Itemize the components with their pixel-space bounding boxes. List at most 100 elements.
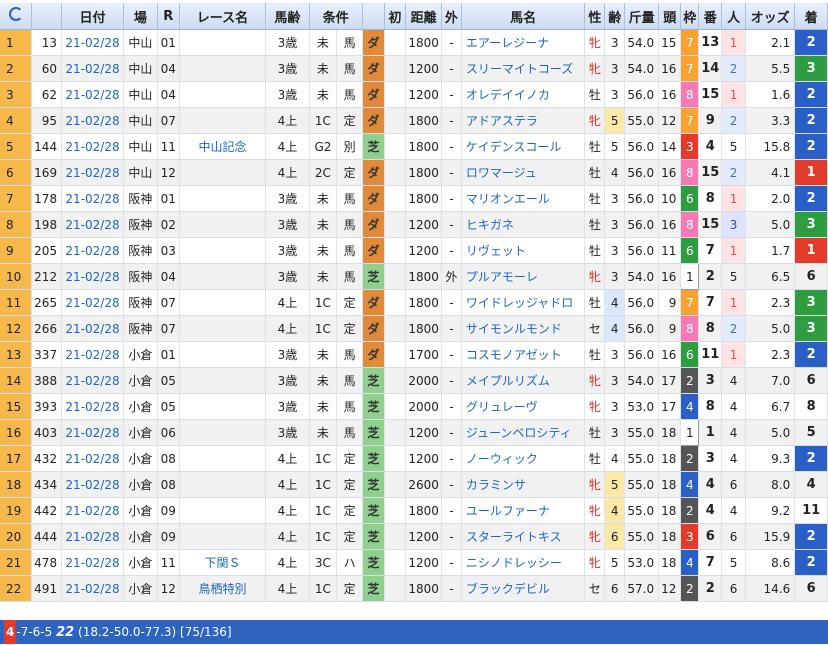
date-cell: 21-02/28: [61, 133, 124, 160]
horse-name-link[interactable]: プルアモーレ: [461, 263, 586, 290]
popularity-cell: 1: [721, 185, 746, 212]
horse-age-cell: 3: [604, 55, 626, 82]
odds-cell: 5.0: [745, 211, 796, 238]
col-header-kin[interactable]: 斤量: [624, 3, 660, 30]
table-row[interactable]: 15 393 21-02/28 小倉 05 3歳未馬芝 2000- グリュレーヴ牝 3 53.0 1…: [0, 393, 828, 420]
first-run-cell: [384, 211, 407, 238]
outer-cell: -: [441, 55, 462, 82]
col-header-id[interactable]: [31, 3, 63, 30]
table-row[interactable]: 6 169 21-02/28 中山 12 4上 2C 定ダ 1800- ロワマージュ牡 4 56.0 1…: [0, 159, 828, 186]
col-header-cond[interactable]: 条件: [309, 3, 363, 30]
horse-name-link[interactable]: ワイドレッジャドロ: [461, 289, 586, 316]
table-row[interactable]: 2 60 21-02/28 中山 04 3歳未馬ダ 1200- スリーマイトコーズ牝 3 54.0…: [0, 55, 828, 82]
horse-name-link[interactable]: メイプルリズム: [461, 367, 586, 394]
row-id: 60: [31, 55, 63, 82]
col-header-place[interactable]: 場: [123, 3, 158, 30]
col-header-date[interactable]: 日付: [61, 3, 124, 30]
table-row[interactable]: 21 478 21-02/28 小倉 11 下関Ｓ 4上 3C ハ芝 1200- ニシノドレッシー牝…: [0, 549, 828, 576]
col-header-r[interactable]: R: [157, 3, 180, 30]
col-header-first[interactable]: 初: [384, 3, 407, 30]
horse-name-link[interactable]: アドアステラ: [461, 107, 586, 134]
horse-name-link[interactable]: ケイデンスコール: [461, 133, 586, 160]
condition-cell: 1C: [309, 523, 338, 550]
refresh-button[interactable]: [0, 3, 33, 30]
sex-cell: セ: [584, 315, 606, 342]
table-row[interactable]: 19 442 21-02/28 小倉 09 4上 1C 定芝 1800- ユールファーナ牝 4 55.…: [0, 497, 828, 524]
table-row[interactable]: 18 434 21-02/28 小倉 08 4上 1C 定芝 2600- カラミンサ牝 5 55.0 1…: [0, 471, 828, 498]
place-cell: 阪神: [123, 211, 158, 238]
col-header-dist[interactable]: 距離: [405, 3, 442, 30]
outer-cell: -: [441, 471, 462, 498]
table-row[interactable]: 5 144 21-02/28 中山 11 中山記念 4上 G2 別芝 1800- ケイデンスコール牡…: [0, 133, 828, 160]
place-cell: 阪神: [123, 237, 158, 264]
horse-age-cell: 5: [604, 107, 626, 134]
horse-name-link[interactable]: ジューンベロシティ: [461, 419, 586, 446]
horse-name-link[interactable]: リヴェット: [461, 237, 586, 264]
horse-name-link[interactable]: ユールファーナ: [461, 497, 586, 524]
table-row[interactable]: 16 403 21-02/28 小倉 06 3歳未馬芝 1200- ジューンベロシティ牡 3 55…: [0, 419, 828, 446]
place-cell: 中山: [123, 107, 158, 134]
table-row[interactable]: 14 388 21-02/28 小倉 05 3歳未馬芝 2000- メイプルリズム牝 3 54.0…: [0, 367, 828, 394]
track-cell: ダ: [362, 81, 385, 108]
horse-name-link[interactable]: スリーマイトコーズ: [461, 55, 586, 82]
horse-name-link[interactable]: スターライトキス: [461, 523, 586, 550]
finish-cell: 2: [794, 29, 828, 56]
table-row[interactable]: 1 13 21-02/28 中山 01 3歳未馬ダ 1800- エアーレジーナ牝 3 54.0 15…: [0, 29, 828, 56]
table-row[interactable]: 8 198 21-02/28 阪神 02 3歳未馬ダ 1200- ヒキガネ牡 3 56.0 16 8 1…: [0, 211, 828, 238]
col-header-ban[interactable]: 番: [698, 3, 723, 30]
table-row[interactable]: 10 212 21-02/28 阪神 04 3歳未馬芝 1800 外プルアモーレ牝 3 54.0 1…: [0, 263, 828, 290]
col-header-age[interactable]: 馬齢: [265, 3, 310, 30]
horse-name-link[interactable]: コスモノアゼット: [461, 341, 586, 368]
col-header-fin[interactable]: 着: [794, 3, 828, 30]
odds-cell: 5.0: [745, 419, 796, 446]
table-row[interactable]: 22 491 21-02/28 小倉 12 鳥栖特別 4上 1C 定芝 1800- ブラックデビルセ…: [0, 575, 828, 602]
col-header-sex[interactable]: 性: [584, 3, 606, 30]
table-row[interactable]: 7 178 21-02/28 阪神 01 3歳未馬ダ 1800- マリオンエール牡 3 56.0 1…: [0, 185, 828, 212]
table-row[interactable]: 12 266 21-02/28 阪神 07 4上 1C 定ダ 1800- サイモンルモンドセ 4 56…: [0, 315, 828, 342]
horse-name-link[interactable]: ニシノドレッシー: [461, 549, 586, 576]
age-class-cell: 3歳: [265, 81, 310, 108]
col-header-hage[interactable]: 齢: [604, 3, 626, 30]
sex-cell: 牡: [584, 237, 606, 264]
frame-cell: 8: [680, 81, 700, 108]
age-class-cell: 4上: [265, 159, 310, 186]
col-header-out[interactable]: 外: [441, 3, 462, 30]
col-header-waku[interactable]: 枠: [680, 3, 700, 30]
horse-name-link[interactable]: マリオンエール: [461, 185, 586, 212]
table-row[interactable]: 20 444 21-02/28 小倉 09 4上 1C 定芝 1200- スターライトキス牝 6 55…: [0, 523, 828, 550]
refresh-icon[interactable]: [8, 7, 23, 21]
track-cell: 芝: [362, 263, 385, 290]
first-run-cell: [384, 367, 407, 394]
horse-name-link[interactable]: サイモンルモンド: [461, 315, 586, 342]
col-header-heads[interactable]: 頭: [658, 3, 682, 30]
table-row[interactable]: 13 337 21-02/28 小倉 01 3歳未馬ダ 1700- コスモノアゼット牡 3 56.…: [0, 341, 828, 368]
col-header-odds[interactable]: オッズ: [745, 3, 796, 30]
horse-name-link[interactable]: ヒキガネ: [461, 211, 586, 238]
table-row[interactable]: 3 62 21-02/28 中山 04 3歳未馬ダ 1200- オレデイイノカ牡 3 56.0 16…: [0, 81, 828, 108]
col-header-ninki[interactable]: 人: [721, 3, 746, 30]
row-number: 6: [0, 159, 33, 186]
horse-name-link[interactable]: ロワマージュ: [461, 159, 586, 186]
table-row[interactable]: 4 95 21-02/28 中山 07 4上 1C 定ダ 1800- アドアステラ牝 5 55.0 12…: [0, 107, 828, 134]
first-run-cell: [384, 263, 407, 290]
horse-name-link[interactable]: エアーレジーナ: [461, 29, 586, 56]
condition-cell: 未: [309, 263, 338, 290]
horse-name-link[interactable]: ブラックデビル: [461, 575, 586, 602]
col-header-horse[interactable]: 馬名: [461, 3, 586, 30]
horse-name-link[interactable]: オレデイイノカ: [461, 81, 586, 108]
table-row[interactable]: 17 432 21-02/28 小倉 08 4上 1C 定芝 1200- ノーウィック牡 4 55.0…: [0, 445, 828, 472]
horse-name-link[interactable]: ノーウィック: [461, 445, 586, 472]
horse-name-link[interactable]: カラミンサ: [461, 471, 586, 498]
table-row[interactable]: 9 205 21-02/28 阪神 03 3歳未馬ダ 1200- リヴェット牡 3 56.0 11 6…: [0, 237, 828, 264]
horse-age-cell: 5: [604, 133, 626, 160]
condition-cell: G2: [309, 133, 338, 160]
col-header-race[interactable]: レース名: [179, 3, 267, 30]
condition-cell: 未: [309, 211, 338, 238]
table-row[interactable]: 11 265 21-02/28 阪神 07 4上 1C 定ダ 1800- ワイドレッジャドロ牡 4 5…: [0, 289, 828, 316]
outer-cell: -: [441, 575, 462, 602]
restriction-cell: 馬: [336, 81, 363, 108]
col-header-track[interactable]: [362, 3, 385, 30]
runners-cell: 16: [658, 81, 682, 108]
horse-name-link[interactable]: グリュレーヴ: [461, 393, 586, 420]
row-id: 198: [31, 211, 63, 238]
